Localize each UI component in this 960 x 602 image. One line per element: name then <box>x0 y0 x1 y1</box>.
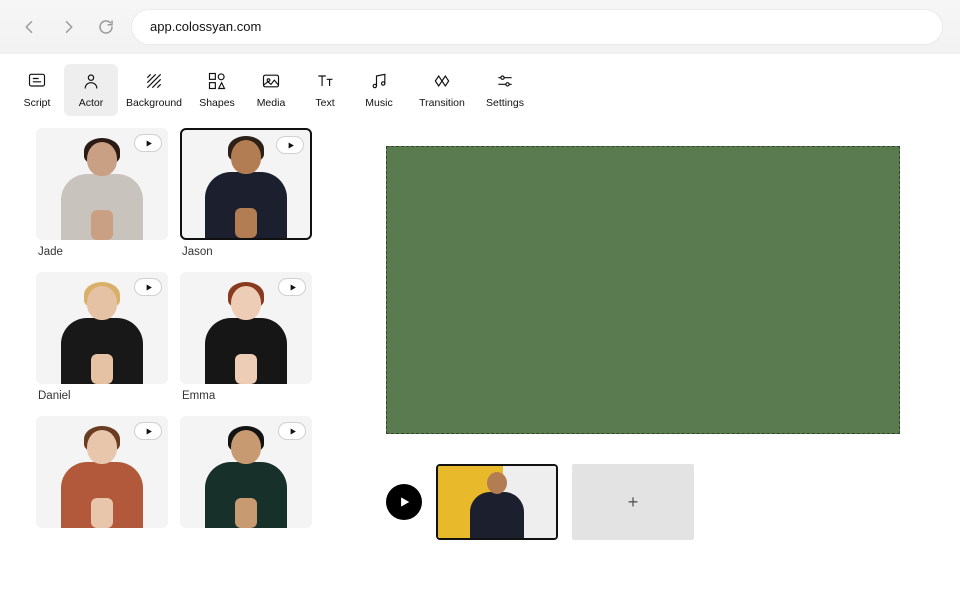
actor-cell: Jade <box>36 128 168 258</box>
forward-button[interactable] <box>56 15 80 39</box>
tool-actor[interactable]: Actor <box>64 64 118 116</box>
url-bar[interactable]: app.colossyan.com <box>132 10 942 44</box>
timeline-slide[interactable] <box>436 464 558 540</box>
preview-play-button[interactable] <box>276 136 304 154</box>
actor-figure <box>201 424 291 528</box>
play-icon <box>144 283 153 292</box>
media-icon <box>261 71 281 91</box>
reload-button[interactable] <box>94 15 118 39</box>
workspace: Jade Jason Daniel Emma + <box>0 122 960 540</box>
script-icon <box>27 71 47 91</box>
music-icon <box>369 71 389 91</box>
tool-label: Settings <box>486 97 524 109</box>
tool-label: Transition <box>419 97 465 109</box>
actor-name: Daniel <box>36 390 168 402</box>
arrow-right-icon <box>59 18 77 36</box>
play-icon <box>286 141 295 150</box>
actor-figure <box>57 280 147 384</box>
actor-card-slot4[interactable] <box>36 416 168 528</box>
canvas-column: + <box>330 122 960 540</box>
tool-label: Shapes <box>199 97 235 109</box>
actor-figure <box>201 280 291 384</box>
tool-text[interactable]: Text <box>298 64 352 116</box>
actor-name: Jason <box>180 246 312 258</box>
tool-settings[interactable]: Settings <box>478 64 532 116</box>
plus-icon: + <box>628 492 639 513</box>
canvas[interactable] <box>386 146 900 434</box>
actor-card-Jason[interactable] <box>180 128 312 240</box>
actor-panel: Jade Jason Daniel Emma <box>10 122 330 540</box>
actor-card-Daniel[interactable] <box>36 272 168 384</box>
background-icon <box>144 71 164 91</box>
tool-label: Script <box>24 97 51 109</box>
play-icon <box>397 495 411 509</box>
actor-grid: Jade Jason Daniel Emma <box>36 128 330 528</box>
tool-label: Text <box>315 97 334 109</box>
play-icon <box>144 139 153 148</box>
preview-play-button[interactable] <box>134 278 162 296</box>
actor-cell <box>180 416 312 528</box>
tool-label: Music <box>365 97 392 109</box>
actor-card-Jade[interactable] <box>36 128 168 240</box>
tool-background[interactable]: Background <box>118 64 190 116</box>
play-icon <box>144 427 153 436</box>
url-text: app.colossyan.com <box>150 19 261 34</box>
play-button[interactable] <box>386 484 422 520</box>
actor-cell: Emma <box>180 272 312 402</box>
actor-card-slot5[interactable] <box>180 416 312 528</box>
transition-icon <box>432 71 452 91</box>
actor-cell: Daniel <box>36 272 168 402</box>
tool-label: Actor <box>79 97 104 109</box>
preview-play-button[interactable] <box>134 422 162 440</box>
main-toolbar: Script Actor Background Shapes Media Text Musi… <box>0 54 960 122</box>
play-icon <box>288 283 297 292</box>
tool-script[interactable]: Script <box>10 64 64 116</box>
actor-cell: Jason <box>180 128 312 258</box>
arrow-left-icon <box>21 18 39 36</box>
tool-media[interactable]: Media <box>244 64 298 116</box>
actor-figure <box>57 424 147 528</box>
browser-chrome: app.colossyan.com <box>0 0 960 54</box>
preview-play-button[interactable] <box>278 422 306 440</box>
timeline: + <box>386 434 914 540</box>
settings-icon <box>495 71 515 91</box>
timeline-slides <box>436 464 558 540</box>
actor-cell <box>36 416 168 528</box>
actor-name: Emma <box>180 390 312 402</box>
tool-transition[interactable]: Transition <box>406 64 478 116</box>
actor-figure <box>57 136 147 240</box>
actor-icon <box>81 71 101 91</box>
tool-music[interactable]: Music <box>352 64 406 116</box>
text-icon <box>315 71 335 91</box>
slide-actor <box>469 468 525 538</box>
preview-play-button[interactable] <box>278 278 306 296</box>
preview-play-button[interactable] <box>134 134 162 152</box>
reload-icon <box>97 18 115 36</box>
add-slide-button[interactable]: + <box>572 464 694 540</box>
actor-card-Emma[interactable] <box>180 272 312 384</box>
tool-shapes[interactable]: Shapes <box>190 64 244 116</box>
tool-label: Media <box>257 97 286 109</box>
actor-name: Jade <box>36 246 168 258</box>
tool-label: Background <box>126 97 182 109</box>
play-icon <box>288 427 297 436</box>
shapes-icon <box>207 71 227 91</box>
back-button[interactable] <box>18 15 42 39</box>
